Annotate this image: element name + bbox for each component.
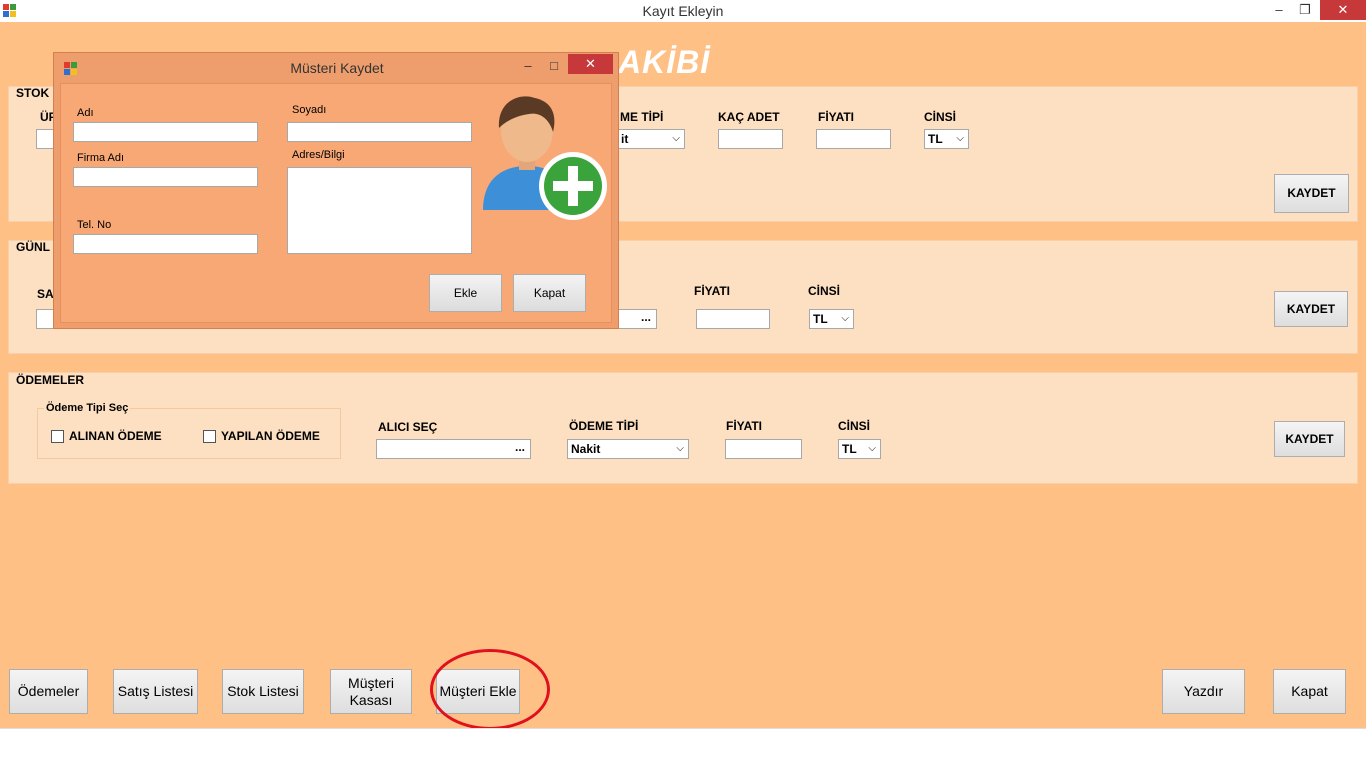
ellipsis-icon: ... (640, 310, 651, 324)
payments-save-button[interactable]: KAYDET (1274, 421, 1345, 457)
address-textarea[interactable] (287, 167, 472, 254)
banner-title: AKİBİ (618, 44, 711, 80)
name-input[interactable] (73, 122, 258, 142)
dialog-cancel-button[interactable]: Kapat (513, 274, 586, 312)
chevron-down-icon: ⌵ (868, 443, 876, 454)
daily-save-button[interactable]: KAYDET (1274, 291, 1348, 327)
received-payment-checkbox[interactable] (51, 430, 64, 443)
made-payment-checkbox[interactable] (203, 430, 216, 443)
restore-button[interactable]: ❐ (1294, 0, 1316, 20)
chevron-down-icon: ⌵ (676, 443, 684, 454)
company-input[interactable] (73, 167, 258, 187)
dialog-maximize-button[interactable]: □ (544, 56, 564, 76)
daily-currency-select[interactable]: TL ⌵ (809, 309, 854, 329)
payments-price-input[interactable] (725, 439, 802, 459)
stock-payment-type-label: ME TİPİ (620, 110, 664, 124)
status-area (0, 728, 1366, 769)
window-titlebar: Kayıt Ekleyin – ❐ ✕ (0, 0, 1366, 22)
customer-dialog: Müsteri Kaydet – □ ✕ Adı Soyadı Firma Ad… (53, 52, 619, 329)
add-user-icon (483, 96, 607, 220)
dialog-close-button[interactable]: ✕ (568, 54, 613, 74)
stock-list-button[interactable]: Stok Listesi (222, 669, 304, 714)
daily-picker[interactable]: ... (617, 309, 657, 329)
phone-input[interactable] (73, 234, 258, 254)
daily-currency-value: TL (813, 312, 828, 326)
payments-type-value: Nakit (571, 442, 601, 456)
stock-qty-label: KAÇ ADET (718, 110, 780, 124)
company-label: Firma Adı (77, 152, 125, 164)
sales-list-button[interactable]: Satış Listesi (113, 669, 198, 714)
received-payment-label: ALINAN ÖDEME (69, 429, 162, 443)
stock-currency-select[interactable]: TL ⌵ (924, 129, 969, 149)
chevron-down-icon: ⌵ (841, 313, 849, 324)
receiver-picker[interactable]: ... (376, 439, 531, 459)
customer-cash-button[interactable]: Müşteri Kasası (330, 669, 412, 714)
ellipsis-icon: ... (514, 440, 525, 454)
surname-input[interactable] (287, 122, 472, 142)
chevron-down-icon: ⌵ (672, 133, 680, 144)
payments-panel-title: ÖDEMELER (16, 373, 85, 387)
stock-save-button[interactable]: KAYDET (1274, 174, 1349, 213)
daily-price-input[interactable] (696, 309, 770, 329)
payments-type-label: ÖDEME TİPİ (569, 419, 639, 433)
close-app-button[interactable]: Kapat (1273, 669, 1346, 714)
stock-payment-type-select[interactable]: it ⌵ (617, 129, 685, 149)
daily-currency-label: CİNSİ (808, 284, 841, 298)
stock-panel-title: STOK (16, 86, 50, 100)
dialog-minimize-button[interactable]: – (518, 56, 538, 76)
daily-price-label: FİYATI (694, 284, 731, 298)
payments-type-select[interactable]: Nakit ⌵ (567, 439, 689, 459)
address-label: Adres/Bilgi (292, 149, 345, 161)
add-customer-button[interactable]: Müşteri Ekle (436, 669, 520, 714)
made-payment-label: YAPILAN ÖDEME (221, 429, 320, 443)
minimize-button[interactable]: – (1268, 0, 1290, 20)
name-label: Adı (77, 107, 94, 119)
payments-price-label: FİYATI (726, 419, 763, 433)
daily-sale-label: SA (37, 287, 54, 301)
dialog-client: Adı Soyadı Firma Adı Adres/Bilgi Tel. No… (60, 83, 612, 323)
stock-payment-type-value: it (621, 132, 629, 146)
chevron-down-icon: ⌵ (956, 133, 964, 144)
surname-label: Soyadı (292, 104, 327, 116)
receiver-label: ALICI SEÇ (378, 420, 438, 434)
payments-list-button[interactable]: Ödemeler (9, 669, 88, 714)
payments-currency-label: CİNSİ (838, 419, 871, 433)
window-title: Kayıt Ekleyin (642, 3, 724, 19)
stock-price-input[interactable] (816, 129, 891, 149)
close-button[interactable]: ✕ (1320, 0, 1366, 20)
phone-label: Tel. No (77, 219, 112, 231)
stock-qty-input[interactable] (718, 129, 783, 149)
add-button[interactable]: Ekle (429, 274, 502, 312)
stock-currency-label: CİNSİ (924, 110, 957, 124)
stock-currency-value: TL (928, 132, 943, 146)
print-button[interactable]: Yazdır (1162, 669, 1245, 714)
daily-panel-title: GÜNL (16, 240, 50, 254)
payments-currency-select[interactable]: TL ⌵ (838, 439, 881, 459)
payments-currency-value: TL (842, 442, 857, 456)
payment-type-group-title: Ödeme Tipi Seç (44, 402, 131, 414)
stock-price-label: FİYATI (818, 110, 855, 124)
